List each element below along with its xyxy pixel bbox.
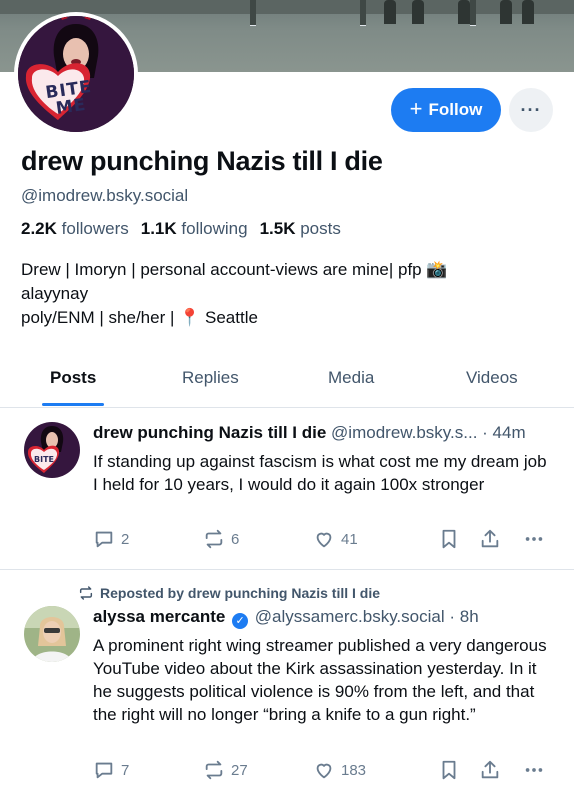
more-options-button[interactable]: ···: [509, 88, 553, 132]
post-more-button[interactable]: [523, 528, 545, 550]
post-more-button[interactable]: [523, 759, 545, 781]
reply-count: 2: [121, 530, 130, 548]
ellipsis-icon: [525, 768, 543, 772]
reply-button[interactable]: 7: [93, 759, 129, 781]
repost-button[interactable]: 27: [203, 759, 248, 781]
reply-icon: [95, 762, 113, 779]
followers-count: 2.2K: [21, 219, 57, 238]
like-count: 183: [341, 761, 367, 779]
like-button[interactable]: 41: [313, 528, 358, 550]
plus-icon: +: [409, 96, 423, 121]
followers-label: followers: [61, 219, 129, 238]
post-time[interactable]: · 44m: [482, 423, 525, 442]
posts-stat: 1.5K posts: [260, 219, 341, 239]
avatar-photo: BITE: [24, 422, 80, 478]
tab-videos[interactable]: Videos: [466, 368, 518, 388]
banner-figure: [412, 0, 424, 24]
display-name: drew punching Nazis till I die: [21, 146, 383, 176]
repost-button[interactable]: 6: [203, 528, 239, 550]
heart-icon: [316, 763, 332, 779]
share-button[interactable]: [479, 528, 501, 550]
post-avatar[interactable]: [24, 606, 80, 662]
post-header: drew punching Nazis till I die @imodrew.…: [93, 423, 526, 443]
bookmark-button[interactable]: [438, 528, 460, 550]
post-handle[interactable]: @imodrew.bsky.s...: [331, 423, 477, 442]
like-button[interactable]: 183: [313, 759, 366, 781]
following-count: 1.1K: [140, 219, 177, 238]
post-time[interactable]: · 8h: [449, 607, 478, 626]
banner-figure: [458, 0, 470, 24]
tab-media[interactable]: Media: [328, 368, 374, 388]
bookmark-icon: [442, 760, 456, 780]
reply-icon: [95, 531, 113, 548]
banner-post: [360, 0, 366, 26]
reply-button[interactable]: 2: [93, 528, 129, 550]
bio-line: poly/ENM | she/her | 📍 Seattle: [21, 308, 258, 327]
tab-posts[interactable]: Posts: [50, 368, 96, 388]
banner-post: [250, 0, 256, 26]
profile-avatar[interactable]: BITE ME: [14, 12, 138, 136]
repost-icon: [205, 529, 223, 549]
posts-label: posts: [300, 219, 341, 238]
repost-icon: [205, 760, 223, 780]
tab-replies[interactable]: Replies: [182, 368, 239, 388]
profile-handle: @imodrew.bsky.social: [21, 186, 189, 205]
banner-figure: [500, 0, 512, 24]
post-avatar[interactable]: BITE: [24, 422, 80, 478]
svg-text:BITE: BITE: [34, 455, 54, 464]
post-author[interactable]: alyssa mercante: [93, 607, 225, 626]
ellipsis-icon: ···: [520, 99, 542, 120]
following-label: following: [181, 219, 248, 238]
repost-count: 27: [231, 761, 248, 779]
bio-line: Drew | Imoryn | personal account-views a…: [21, 260, 448, 279]
heart-icon: [316, 532, 332, 548]
bookmark-button[interactable]: [438, 759, 460, 781]
verified-badge-icon: ✓: [232, 613, 249, 629]
ellipsis-icon: [525, 537, 543, 541]
like-count: 41: [341, 530, 358, 548]
banner-figure: [384, 0, 396, 24]
post-actions: 2 6 41: [93, 528, 553, 552]
profile-stats: 2.2K followers 1.1K following 1.5K posts: [21, 219, 341, 239]
feed-post[interactable]: alyssa mercante ✓ @alyssamerc.bsky.socia…: [0, 571, 574, 800]
follow-button[interactable]: + Follow: [391, 88, 501, 132]
banner-figure: [522, 0, 534, 24]
avatar-photo: [24, 606, 80, 662]
bio-line: alayynay: [21, 284, 89, 303]
profile-bio: Drew | Imoryn | personal account-views a…: [21, 258, 561, 330]
profile-tabs: Posts Replies Media Videos: [0, 362, 574, 408]
post-text: A prominent right wing streamer publishe…: [93, 636, 547, 724]
post-author[interactable]: drew punching Nazis till I die: [93, 423, 326, 442]
followers-stat[interactable]: 2.2K followers: [21, 219, 129, 239]
active-tab-indicator: [42, 403, 104, 406]
repost-count: 6: [231, 530, 240, 548]
post-header: alyssa mercante ✓ @alyssamerc.bsky.socia…: [93, 607, 479, 629]
share-button[interactable]: [479, 759, 501, 781]
share-icon: [481, 760, 499, 779]
banner-post: [470, 0, 476, 26]
follow-label: Follow: [428, 100, 483, 119]
post-actions: 7 27 183: [93, 759, 553, 783]
bookmark-icon: [442, 529, 456, 549]
reply-count: 7: [121, 761, 130, 779]
following-stat[interactable]: 1.1K following: [141, 219, 248, 239]
post-text: If standing up against fascism is what c…: [93, 452, 547, 494]
post-handle[interactable]: @alyssamerc.bsky.social: [255, 607, 445, 626]
share-icon: [481, 529, 499, 548]
feed-post[interactable]: BITE drew punching Nazis till I die @imo…: [0, 408, 574, 570]
posts-count: 1.5K: [259, 219, 296, 238]
